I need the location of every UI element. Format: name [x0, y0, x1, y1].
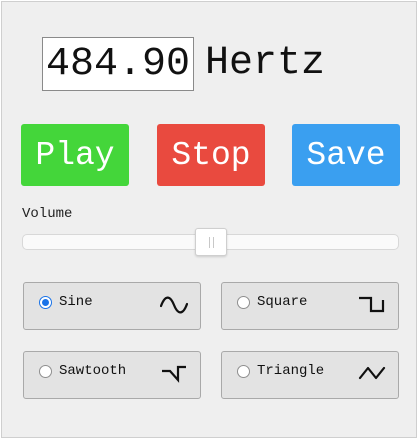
grip-line — [209, 237, 210, 248]
triangle-radio[interactable] — [237, 365, 250, 378]
volume-slider-handle[interactable] — [195, 228, 227, 256]
play-button[interactable]: Play — [21, 124, 129, 186]
waveform-option-sawtooth[interactable]: Sawtooth — [23, 351, 201, 399]
volume-label: Volume — [22, 206, 73, 222]
waveform-label: Triangle — [257, 363, 325, 379]
waveform-option-square[interactable]: Square — [221, 282, 399, 330]
waveform-label: Sawtooth — [59, 363, 127, 379]
save-button[interactable]: Save — [292, 124, 400, 186]
square-radio[interactable] — [237, 296, 250, 309]
waveform-option-triangle[interactable]: Triangle — [221, 351, 399, 399]
triangle-wave-icon — [358, 366, 386, 380]
frequency-unit-label: Hertz — [205, 41, 326, 86]
square-wave-icon — [359, 296, 385, 313]
sine-radio[interactable] — [39, 296, 52, 309]
waveform-label: Sine — [59, 294, 93, 310]
waveform-label: Square — [257, 294, 308, 310]
tone-generator-panel: Hertz Play Stop Save Volume Sine Square … — [1, 1, 417, 438]
grip-line — [213, 237, 214, 248]
sawtooth-wave-icon — [162, 365, 186, 383]
frequency-row: Hertz — [42, 37, 325, 91]
frequency-input[interactable] — [42, 37, 194, 91]
stop-button[interactable]: Stop — [157, 124, 265, 186]
sine-wave-icon — [160, 296, 188, 314]
sawtooth-radio[interactable] — [39, 365, 52, 378]
waveform-option-sine[interactable]: Sine — [23, 282, 201, 330]
